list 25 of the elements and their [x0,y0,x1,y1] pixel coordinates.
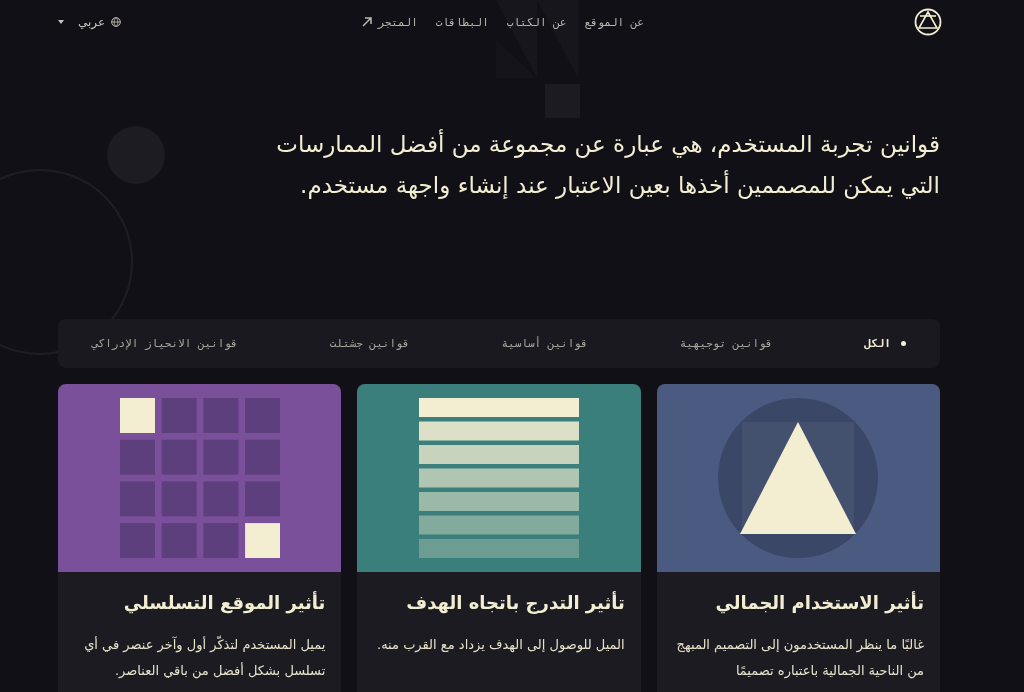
language-selector[interactable]: عربي [58,15,122,29]
nav-link[interactable]: عن الموقع [584,15,644,29]
law-card[interactable]: تأثير الاستخدام الجمالي غالبًا ما ينظر المستخدمون إلى التصميم المبهج من الناحية الجمالية باعتباره تصميمًا [656,384,940,692]
card-description: الميل للوصول إلى الهدف يزداد مع القرب منه. [376,636,626,655]
card-title: تأثير التدرج باتجاه الهدف [405,590,626,616]
filter-tab[interactable]: الكل [864,333,906,354]
caret-icon [58,20,64,24]
card-title: تأثير الاستخدام الجمالي [714,590,925,616]
globe-icon [111,17,122,27]
filter-tab[interactable]: قوانين توجيهية [679,333,773,354]
card-title: تأثير الموقع التسلسلي [122,590,327,616]
nav-link[interactable]: المتجر [362,15,418,29]
law-card[interactable]: تأثير التدرج باتجاه الهدف الميل للوصول إلى الهدف يزداد مع القرب منه. [357,384,641,692]
law-card[interactable]: تأثير الموقع التسلسلي يميل المستخدم لتذكّر أول وآخر عنصر في أي تسلسل بشكل أفضل من باقي العناصر. [58,384,342,692]
bullet-icon [901,341,906,346]
filter-tab[interactable]: قوانين جشتلت [329,333,410,354]
external-link-icon [362,17,373,27]
hero-description: قوانين تجربة المستخدم، هي عبارة عن مجموعة من أفضل الممارسات التي يمكن للمصممين أخذها بعين الاعتبار عند إنشاء واجهة مستخدم. [275,128,940,201]
nav-link[interactable]: عن الكتاب [506,15,567,29]
filter-tab[interactable]: قوانين الانحياز الإدراكي [92,333,238,354]
logo-icon[interactable] [914,8,942,36]
filter-tab[interactable]: قوانين أساسية [501,333,588,354]
card-description: غالبًا ما ينظر المستخدمون إلى التصميم المبهج من الناحية الجمالية باعتباره تصميمًا [675,636,925,681]
nav-link[interactable]: البطاقات [435,15,489,29]
card-description: يميل المستخدم لتذكّر أول وآخر عنصر في أي تسلسل بشكل أفضل من باقي العناصر. [83,634,327,681]
